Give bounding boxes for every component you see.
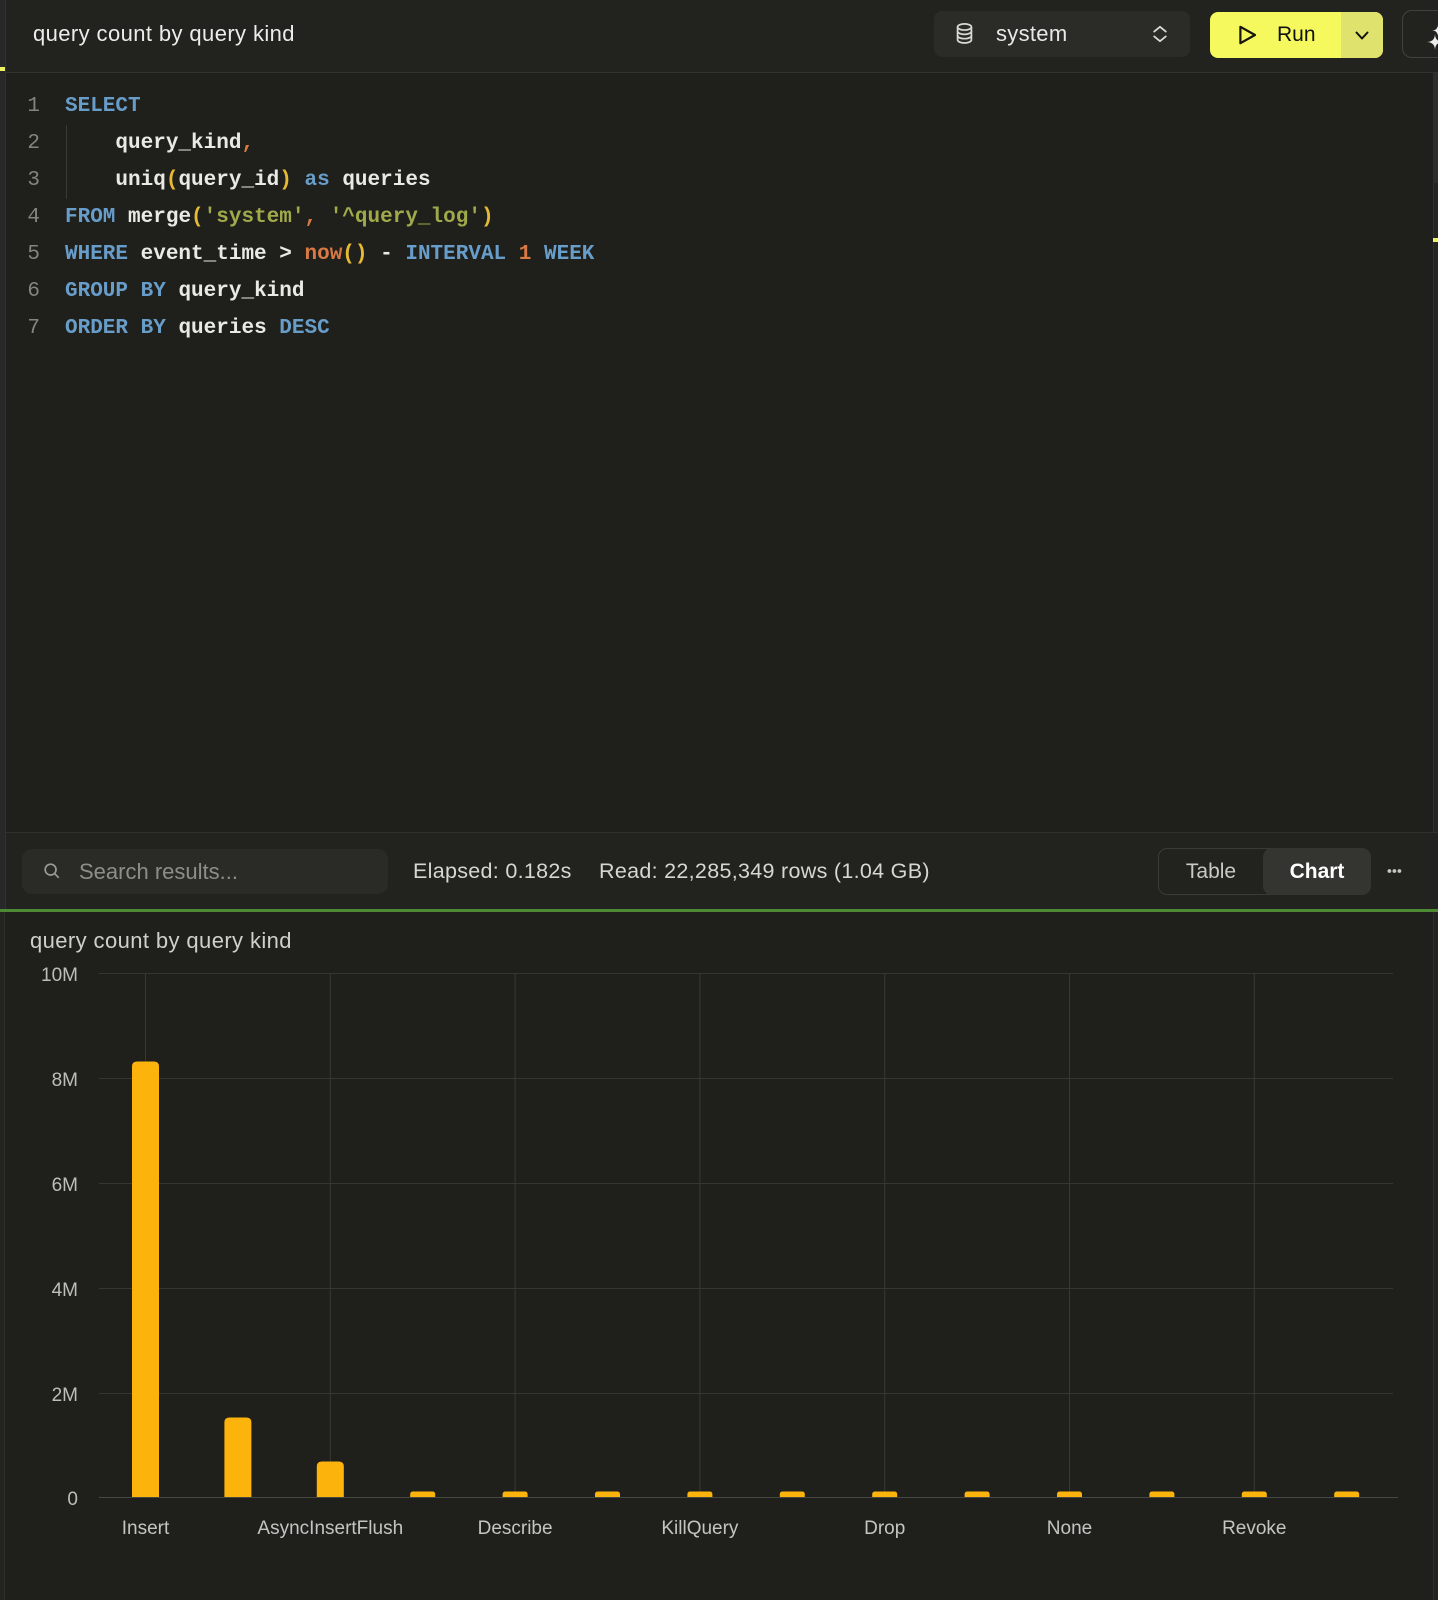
svg-text:0: 0 [67,1489,78,1510]
svg-text:4M: 4M [52,1280,78,1301]
svg-text:Insert: Insert [122,1518,170,1539]
svg-text:10M: 10M [41,965,78,986]
svg-text:6M: 6M [52,1175,78,1196]
svg-text:Describe: Describe [478,1518,553,1539]
svg-text:None: None [1047,1518,1092,1539]
svg-text:AsyncInsertFlush: AsyncInsertFlush [257,1518,403,1539]
svg-text:2M: 2M [52,1385,78,1406]
svg-text:Drop: Drop [864,1518,905,1539]
svg-text:8M: 8M [52,1070,78,1091]
svg-text:Revoke: Revoke [1222,1518,1286,1539]
svg-text:KillQuery: KillQuery [661,1518,739,1539]
